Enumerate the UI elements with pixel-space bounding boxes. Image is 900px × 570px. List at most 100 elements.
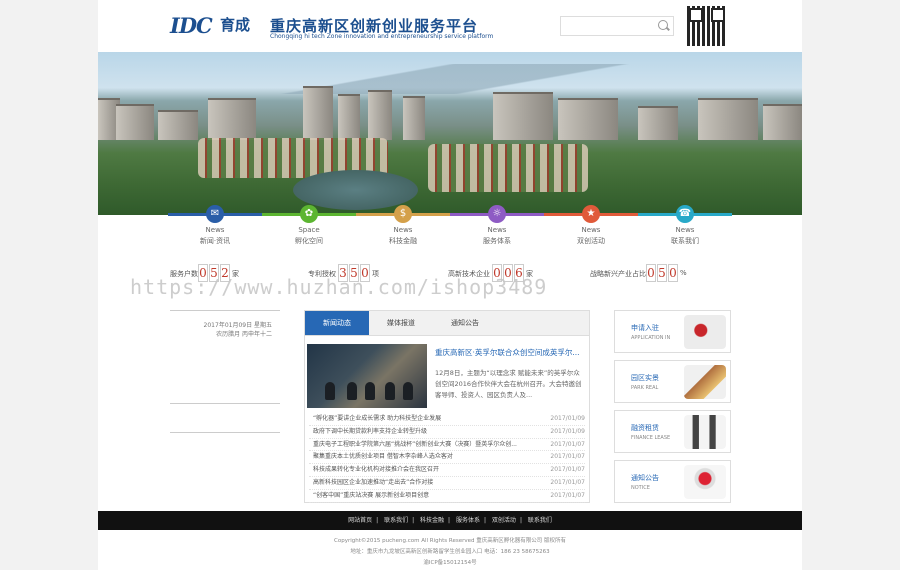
photo-person bbox=[365, 382, 375, 400]
card-application[interactable]: 申请入驻 APPLICATION IN bbox=[614, 310, 731, 353]
nav-item-finance[interactable]: $ News 科技金融 bbox=[356, 205, 450, 248]
news-item-date: 2017/01/07 bbox=[550, 440, 585, 448]
card-finance-lease[interactable]: 融资租赁 FINANCE LEASE bbox=[614, 410, 731, 453]
search-box bbox=[560, 16, 674, 38]
tab-news[interactable]: 新闻动态 bbox=[305, 311, 369, 335]
footer-link-activity[interactable]: 双创活动 bbox=[492, 517, 516, 524]
featured-news-title[interactable]: 重庆高新区·英孚尔联合众创空间成英孚尔... bbox=[435, 347, 585, 358]
news-item-title[interactable]: “创客中国”重庆站决赛 展示新创业项目创意 bbox=[313, 490, 538, 502]
search-input[interactable] bbox=[565, 20, 659, 38]
news-item[interactable]: 高新科技园区企业加速推动“走出去”合作对接 2017/01/07 bbox=[309, 477, 585, 490]
nav-item-news[interactable]: ✉ News 新闻·资讯 bbox=[168, 205, 262, 248]
news-item-title[interactable]: 高新科技园区企业加速推动“走出去”合作对接 bbox=[313, 477, 538, 489]
nav-item-contact[interactable]: ☎ News 联系我们 bbox=[638, 205, 732, 248]
nav-label-cn: 双创活动 bbox=[577, 237, 605, 245]
featured-news-image[interactable] bbox=[307, 344, 427, 408]
card-title: 融资租赁 bbox=[631, 424, 659, 432]
activity-icon: ★ bbox=[582, 205, 600, 223]
nav-label-cn: 新闻·资讯 bbox=[199, 237, 231, 245]
footer-icp[interactable]: 渝ICP备15012154号 bbox=[98, 558, 802, 566]
news-item-date: 2017/01/09 bbox=[550, 427, 585, 435]
site-header: IDC 育成 重庆高新区创新创业服务平台 Chongqing hi tech Z… bbox=[98, 0, 802, 52]
news-item-title[interactable]: 科技成果转化专业化机构对接推介会在我区召开 bbox=[313, 464, 538, 476]
banner-building bbox=[208, 98, 256, 140]
featured-news-desc: 12月8日，主题为“以理念求 赋能未来”的英孚尔众创空间2016合作伙伴大会在杭… bbox=[435, 369, 582, 399]
footer-link-contact[interactable]: 联系我们 bbox=[384, 517, 408, 524]
application-icon bbox=[684, 315, 726, 349]
nav-item-activity[interactable]: ★ News 双创活动 bbox=[544, 205, 638, 248]
footer-link-home[interactable]: 网站首页 bbox=[348, 517, 372, 524]
footer-link-service[interactable]: 服务体系 bbox=[456, 517, 480, 524]
news-item-title[interactable]: 重庆电子工程职业学院第六届“挑战杯”创新创业大赛（决赛）暨英孚尔众创... bbox=[313, 439, 538, 451]
news-item-date: 2017/01/07 bbox=[550, 478, 585, 486]
news-item-title[interactable]: 聚集重庆本土优质创业项目 借智木李杂峰人选众客对 bbox=[313, 451, 538, 463]
news-item-date: 2017/01/09 bbox=[550, 415, 585, 422]
news-item[interactable]: 政府下调中长期贷款利率支持企业转型升级 2017/01/09 bbox=[309, 426, 585, 439]
footer-nav: 网站首页 | 联系我们 | 科技金融 | 服务体系 | 双创活动 | 联系我们 bbox=[98, 511, 802, 530]
news-item-date: 2017/01/07 bbox=[550, 491, 585, 499]
banner-mountains bbox=[98, 64, 802, 94]
search-icon[interactable] bbox=[658, 20, 668, 30]
news-icon: ✉ bbox=[206, 205, 224, 223]
card-title: 通知公告 bbox=[631, 474, 659, 482]
logo-idc[interactable]: IDC bbox=[170, 13, 213, 38]
stat-label: 战略新兴产业占比 bbox=[590, 270, 646, 278]
news-item[interactable]: 聚集重庆本土优质创业项目 借智木李杂峰人选众客对 2017/01/07 bbox=[309, 451, 585, 465]
space-icon: ✿ bbox=[300, 205, 318, 223]
finance-icon: $ bbox=[394, 205, 412, 223]
tab-notice[interactable]: 通知公告 bbox=[433, 311, 497, 335]
finance-lease-icon bbox=[684, 415, 726, 449]
watermark-text: https://www.huzhan.com/ishop3489 bbox=[130, 275, 548, 299]
nav-item-service[interactable]: ☼ News 服务体系 bbox=[450, 205, 544, 248]
tab-media[interactable]: 媒体报道 bbox=[369, 311, 433, 335]
contact-icon: ☎ bbox=[676, 205, 694, 223]
notice-icon bbox=[684, 465, 726, 499]
nav-label-cn: 联系我们 bbox=[671, 237, 699, 245]
news-item[interactable]: “创客中国”重庆站决赛 展示新创业项目创意 2017/01/07 bbox=[309, 490, 585, 503]
news-item-date: 2017/01/07 bbox=[550, 453, 585, 461]
footer-link-finance[interactable]: 科技金融 bbox=[420, 517, 444, 524]
banner-villas bbox=[428, 144, 588, 192]
banner-building bbox=[338, 94, 360, 140]
news-tabs: 新闻动态 媒体报道 通知公告 bbox=[305, 311, 589, 336]
banner-building bbox=[698, 98, 758, 140]
news-panel: 新闻动态 媒体报道 通知公告 重庆高新区·英孚尔联合众创空间成英孚尔... 12… bbox=[304, 310, 590, 503]
nav-label-en: News bbox=[581, 226, 601, 234]
nav-item-space[interactable]: ✿ Space 孵化空间 bbox=[262, 205, 356, 248]
date-gregorian: 2017年01月09日 星期五 bbox=[203, 322, 272, 329]
news-item[interactable]: “孵化器”要讲企业成长需求 助力科技型企业发展 2017/01/09 bbox=[309, 413, 585, 426]
banner-building bbox=[368, 90, 392, 140]
divider bbox=[170, 310, 280, 311]
card-notice[interactable]: 通知公告 NOTICE bbox=[614, 460, 731, 503]
main-nav: ✉ News 新闻·资讯 ✿ Space 孵化空间 $ News 科技金融 ☼ … bbox=[168, 205, 732, 248]
card-park[interactable]: 园区实景 PARK REAL bbox=[614, 360, 731, 403]
news-item-date: 2017/01/07 bbox=[550, 466, 585, 474]
photo-person bbox=[325, 382, 335, 400]
card-title: 园区实景 bbox=[631, 374, 659, 382]
banner-building bbox=[116, 104, 154, 140]
banner-lake bbox=[293, 170, 418, 210]
card-title: 申请入驻 bbox=[631, 324, 659, 332]
news-item[interactable]: 重庆电子工程职业学院第六届“挑战杯”创新创业大赛（决赛）暨英孚尔众创... 201… bbox=[309, 439, 585, 452]
stat-unit: % bbox=[680, 269, 687, 277]
date-lunar: 农历腊月 丙申年十二 bbox=[216, 331, 272, 338]
news-item-title[interactable]: “孵化器”要讲企业成长需求 助力科技型企业发展 bbox=[313, 413, 538, 425]
date-panel: 2017年01月09日 星期五 农历腊月 丙申年十二 bbox=[170, 310, 280, 435]
footer-address: 地址：重庆市九龙坡区高新区创新路留学生创业园入口 电话：186 23 58675… bbox=[350, 549, 550, 555]
stat-digit: 0 bbox=[668, 264, 678, 282]
news-list: “孵化器”要讲企业成长需求 助力科技型企业发展 2017/01/09 政府下调中长… bbox=[309, 413, 585, 503]
stat-digit: 5 bbox=[657, 264, 667, 282]
stat-number: 0 5 0 bbox=[646, 264, 678, 282]
footer-link-contact-2[interactable]: 联系我们 bbox=[528, 517, 552, 524]
photo-person bbox=[347, 382, 357, 400]
stat-digit: 0 bbox=[646, 264, 656, 282]
card-subtitle: PARK REAL bbox=[631, 385, 659, 391]
card-subtitle: APPLICATION IN bbox=[631, 335, 671, 341]
banner-building bbox=[158, 110, 198, 140]
news-item[interactable]: 科技成果转化专业化机构对接推介会在我区召开 2017/01/07 bbox=[309, 464, 585, 477]
logo-yucheng: 育成 bbox=[220, 16, 251, 34]
news-item-title[interactable]: 政府下调中长期贷款利率支持企业转型升级 bbox=[313, 426, 538, 438]
card-subtitle: NOTICE bbox=[631, 485, 650, 491]
copyright: Copyright©2015 pucheng.com All Rights Re… bbox=[334, 538, 566, 544]
card-subtitle: FINANCE LEASE bbox=[631, 435, 671, 441]
